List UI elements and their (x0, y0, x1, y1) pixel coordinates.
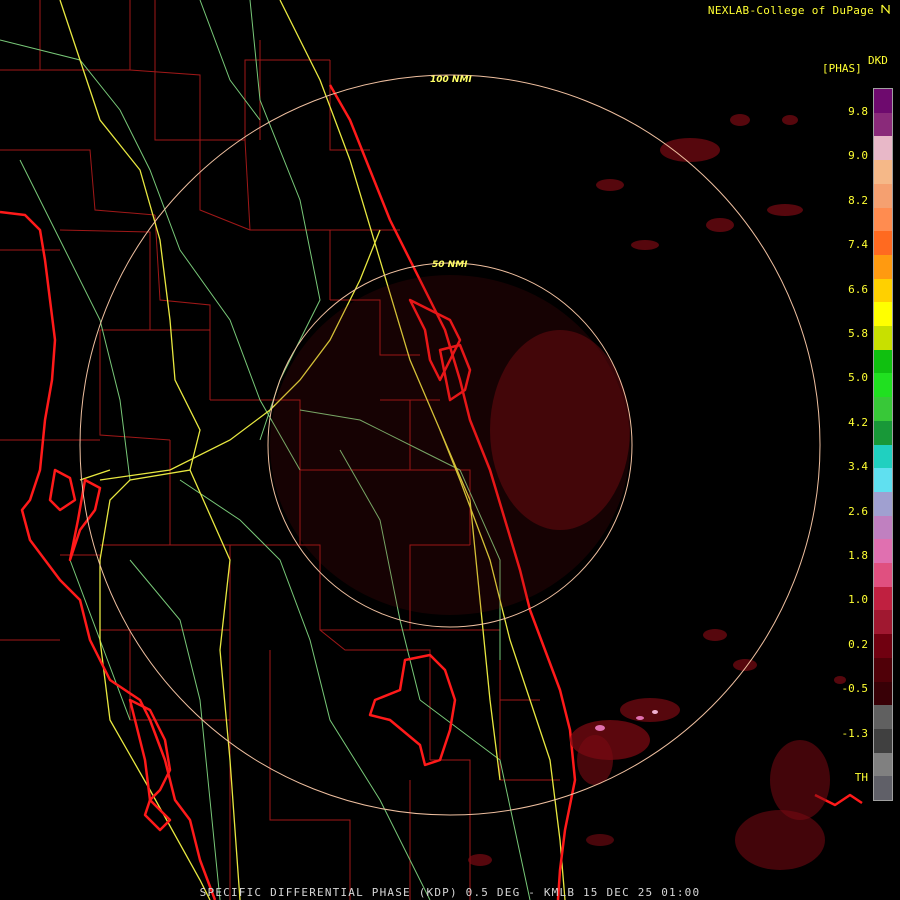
color-scale-segment (874, 397, 892, 421)
color-scale-tick-label: 8.2 (848, 193, 868, 207)
color-scale-tick-label: TH (854, 771, 868, 784)
color-scale-segment (874, 207, 892, 232)
color-scale-segment (874, 681, 892, 706)
color-scale-segment (874, 752, 892, 777)
color-scale-segment (874, 539, 892, 564)
color-scale-tick-label: 9.8 (848, 105, 868, 118)
color-scale-segment (874, 728, 892, 753)
color-scale-segment (874, 420, 892, 445)
color-scale-segment (874, 657, 892, 682)
color-scale-tick-label: 2.6 (848, 504, 868, 518)
color-scale-segment (874, 373, 892, 398)
color-scale-segment (874, 634, 892, 658)
color-scale-tick-label: 4.2 (848, 415, 868, 429)
legend-code: DKD (868, 54, 888, 67)
credit-label: NEXLAB-College of DuPage (708, 4, 890, 17)
color-scale-tick-label: 1.0 (848, 593, 868, 607)
color-scale-tick-label: 3.4 (848, 460, 868, 474)
color-scale-tick-label: 6.6 (848, 282, 868, 296)
nexlab-logo-icon (881, 4, 890, 15)
color-scale-segment (874, 586, 892, 611)
color-scale-segment (874, 610, 892, 635)
color-scale-segment (874, 112, 892, 137)
range-ring-100-label: 100 NMI (430, 75, 472, 85)
color-scale-tick-label: -0.5 (841, 682, 869, 696)
color-scale-segment (874, 302, 892, 327)
color-scale-segment (874, 254, 892, 279)
product-footer: SPECIFIC DIFFERENTIAL PHASE (KDP) 0.5 DE… (199, 886, 701, 899)
color-scale-tick-label: -1.3 (841, 726, 869, 740)
color-scale-tick-label: 9.0 (848, 149, 868, 163)
color-scale-tick-label: 5.8 (848, 327, 868, 340)
color-scale-segment (874, 563, 892, 587)
credit-text: NEXLAB-College of DuPage (707, 4, 875, 17)
color-scale-segment (874, 326, 892, 350)
legend-unit: [PHAS] (822, 62, 862, 75)
color-scale-tick-label: 7.4 (848, 238, 868, 252)
range-ring-50-label: 50 NMI (432, 260, 468, 270)
color-scale-segment (874, 89, 892, 113)
color-scale-segment (874, 491, 892, 516)
color-scale-segment (874, 776, 892, 801)
color-scale-segment (874, 515, 892, 540)
color-scale-tick-label: 0.2 (848, 637, 868, 651)
color-scale-tick-label: 1.8 (848, 549, 868, 562)
color-scale-segment (874, 468, 892, 492)
color-scale-segment (874, 136, 892, 161)
color-scale-segment (874, 231, 892, 255)
color-scale-segment (874, 444, 892, 469)
color-scale-segment (874, 183, 892, 208)
color-scale-bar (873, 88, 893, 801)
color-scale-segment (874, 278, 892, 303)
radar-map: 100 NMI 50 NMI (0, 0, 900, 900)
color-scale-segment (874, 705, 892, 729)
color-scale-segment (874, 160, 892, 184)
color-scale-segment (874, 349, 892, 374)
color-scale-tick-label: 5.0 (848, 371, 868, 385)
